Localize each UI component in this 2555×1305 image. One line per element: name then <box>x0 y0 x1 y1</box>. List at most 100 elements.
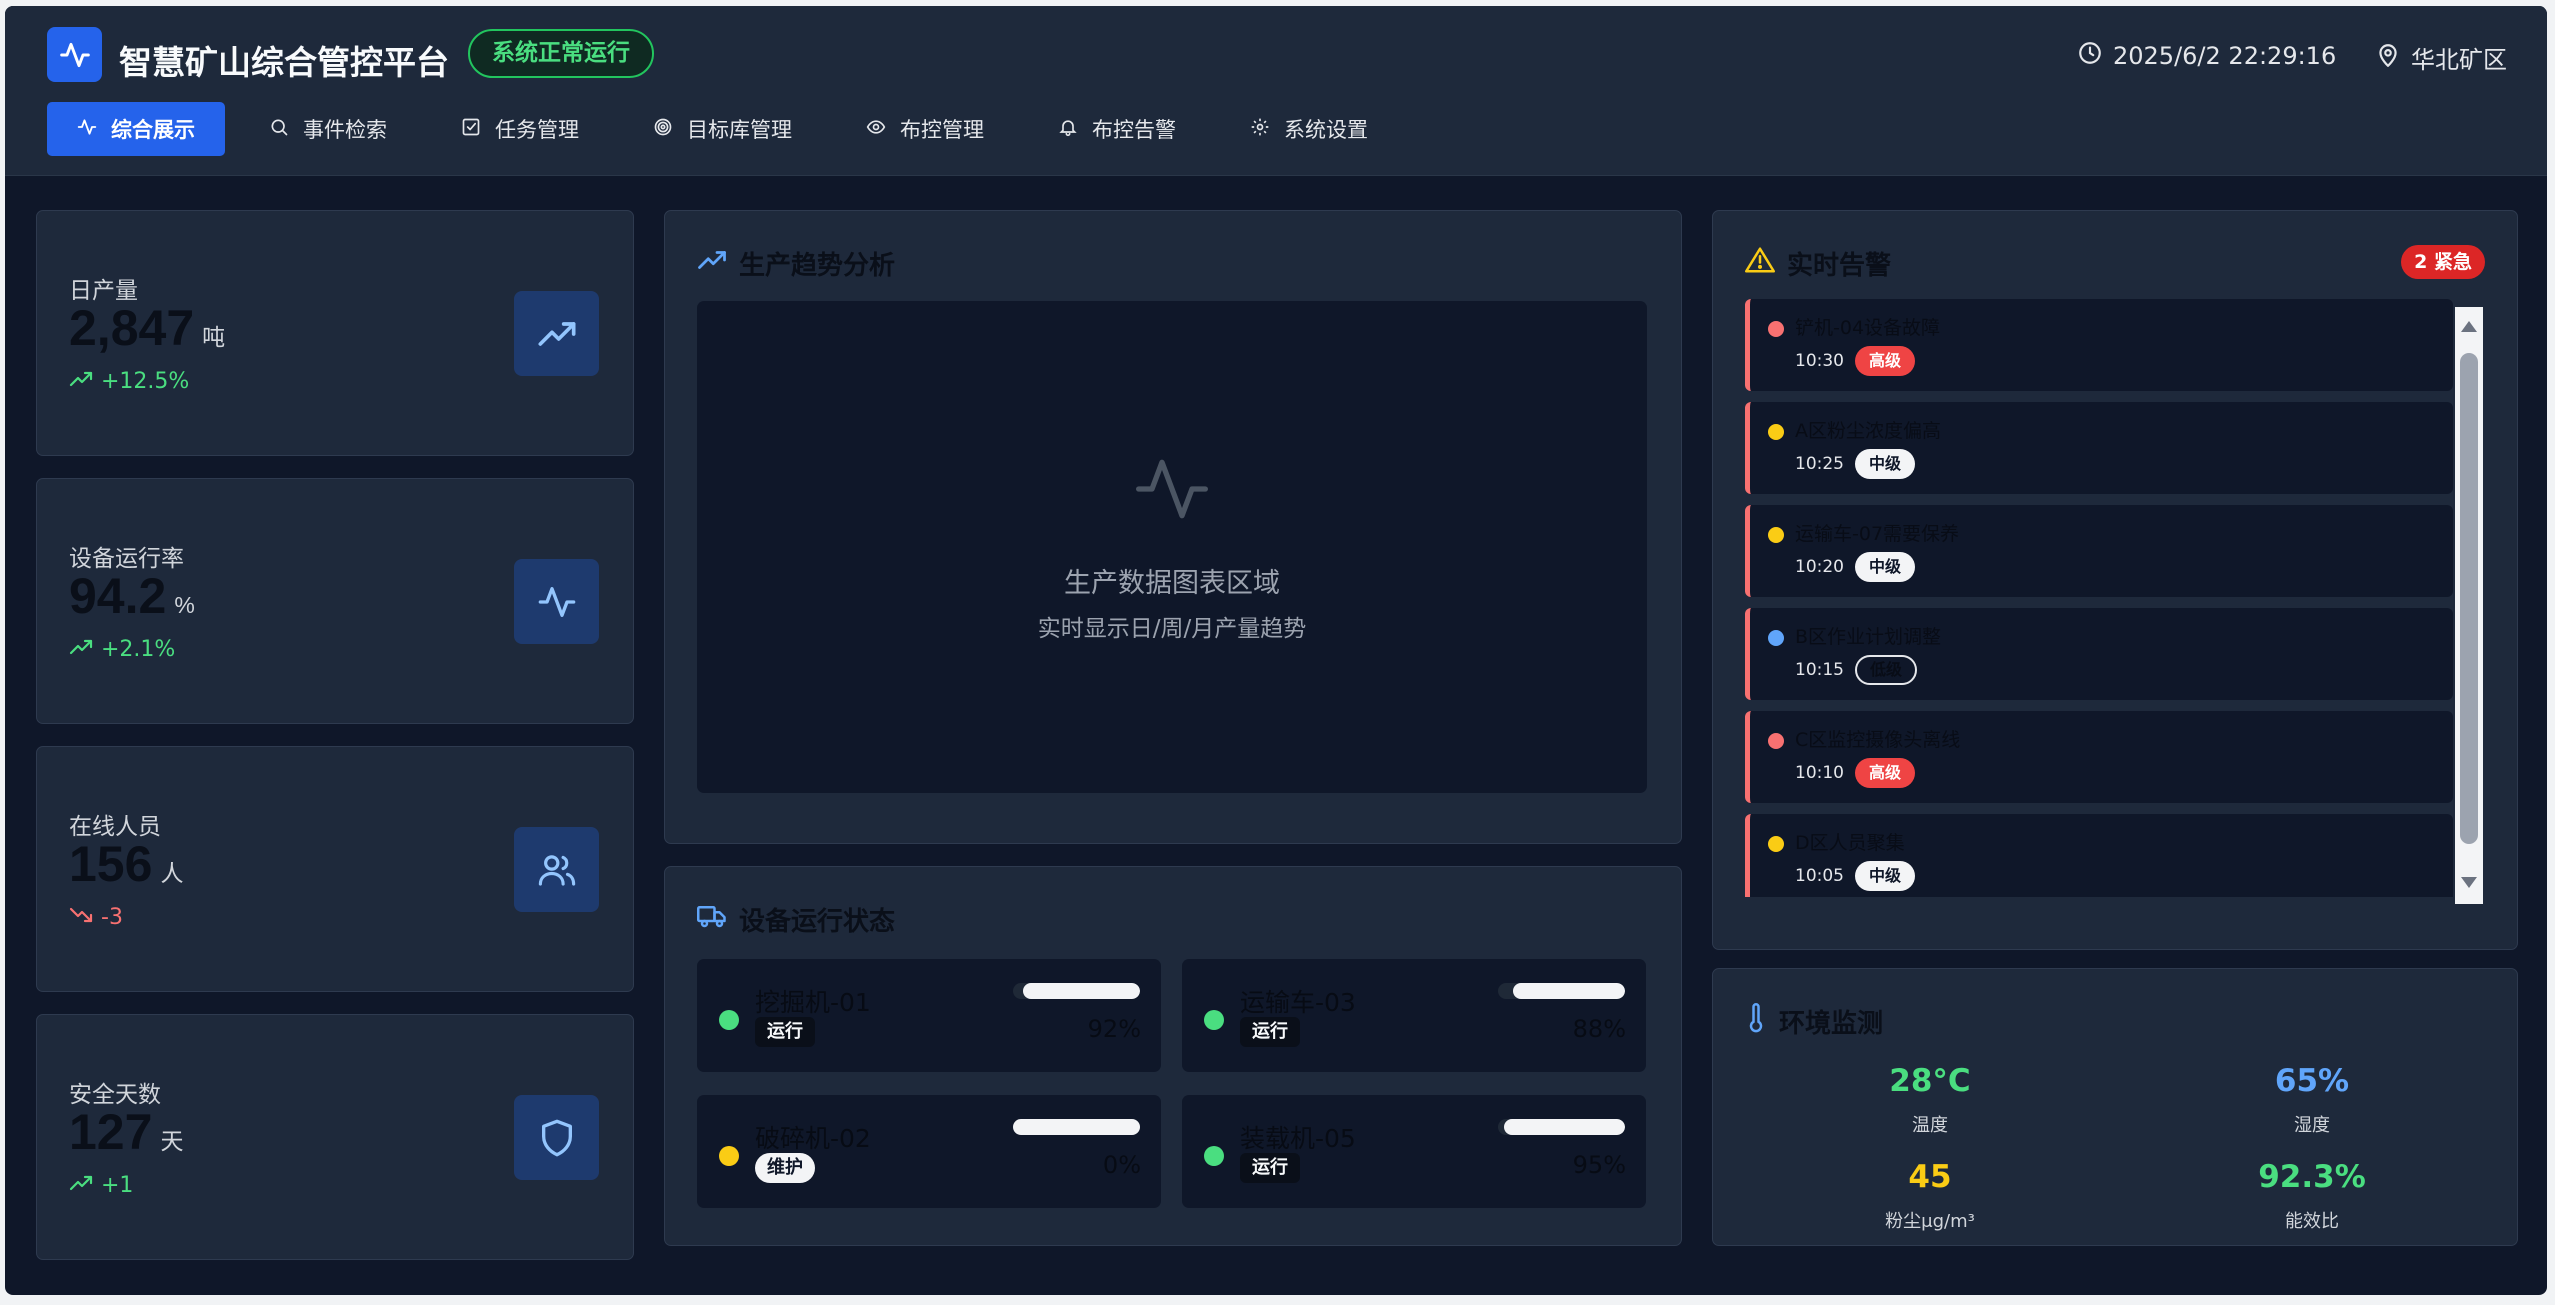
trending-up-icon <box>697 248 727 279</box>
equipment-name: 破碎机-02 <box>755 1124 871 1153</box>
alert-level-badge: 中级 <box>1855 552 1916 582</box>
nav-item-task-management[interactable]: 任务管理 <box>431 102 609 156</box>
environment-monitor-panel: 环境监测 28°C 温度 65% 湿度 45 粉尘μg/m³ 92.3% 能效比 <box>1712 968 2518 1246</box>
nav-item-system-settings[interactable]: 系统设置 <box>1220 102 1398 156</box>
trending-up-icon <box>69 369 93 394</box>
progress-bar <box>1498 1119 1625 1135</box>
chart-placeholder: 生产数据图表区域 实时显示日/周/月产量趋势 <box>697 301 1647 793</box>
alert-title: 铲机-04设备故障 <box>1795 317 1941 339</box>
alert-item[interactable]: 运输车-07需要保养 10:20 中级 <box>1745 505 2453 597</box>
scroll-up-arrow-icon[interactable] <box>2461 321 2477 332</box>
equipment-card[interactable]: 装载机-05 运行 95% <box>1182 1095 1646 1208</box>
thermometer-icon <box>1745 1003 1767 1040</box>
nav-item-label: 综合展示 <box>111 118 195 142</box>
status-dot <box>1204 1146 1224 1166</box>
alert-list[interactable]: 铲机-04设备故障 10:30 高级 A区粉尘浓度偏高 10:25 中级 运输车… <box>1745 299 2485 897</box>
location-display[interactable]: 华北矿区 <box>2375 40 2507 75</box>
alert-level-badge: 低级 <box>1855 655 1917 685</box>
eye-icon <box>866 117 886 142</box>
search-icon <box>269 117 289 142</box>
checkbox-icon <box>461 117 481 142</box>
chart-placeholder-subtitle: 实时显示日/周/月产量趋势 <box>1037 616 1307 642</box>
status-dot <box>719 1010 739 1030</box>
bell-icon <box>1058 117 1078 142</box>
stat-trend: +12.5% <box>69 369 189 394</box>
progress-percent: 0% <box>1102 1151 1141 1179</box>
alert-item[interactable]: A区粉尘浓度偏高 10:25 中级 <box>1745 402 2453 494</box>
scroll-thumb[interactable] <box>2460 353 2478 844</box>
severity-dot <box>1768 321 1784 337</box>
severity-dot <box>1768 836 1784 852</box>
stat-card-equipment-rate: 设备运行率 94.2% +2.1% <box>36 478 634 724</box>
nav-item-label: 布控管理 <box>900 118 984 142</box>
equipment-name: 挖掘机-01 <box>755 988 871 1017</box>
alert-time: 10:30 <box>1795 351 1844 371</box>
alert-time: 10:05 <box>1795 866 1844 886</box>
alert-item[interactable]: 铲机-04设备故障 10:30 高级 <box>1745 299 2453 391</box>
dust-value: 45 <box>1908 1159 1952 1195</box>
alert-level-badge: 中级 <box>1855 861 1916 891</box>
alert-item[interactable]: B区作业计划调整 10:15 低级 <box>1745 608 2453 700</box>
nav-item-overview[interactable]: 综合展示 <box>47 102 225 156</box>
app-title: 智慧矿山综合管控平台 <box>119 43 449 82</box>
equipment-card[interactable]: 运输车-03 运行 88% <box>1182 959 1646 1072</box>
stat-value: 94.2% <box>69 568 195 624</box>
clock-icon <box>2077 40 2103 72</box>
alert-title: D区人员聚集 <box>1795 832 1905 854</box>
humidity-value: 65% <box>2274 1063 2350 1099</box>
nav-item-deploy-management[interactable]: 布控管理 <box>836 102 1014 156</box>
activity-icon <box>1132 449 1212 533</box>
status-badge: 运行 <box>1240 1153 1300 1183</box>
energy-ratio-value: 92.3% <box>2258 1159 2366 1195</box>
system-status-badge: 系统正常运行 <box>468 29 654 78</box>
scroll-down-arrow-icon[interactable] <box>2461 877 2477 888</box>
panel-title: 环境监测 <box>1745 1003 1883 1040</box>
stat-trend: +2.1% <box>69 637 175 662</box>
chart-placeholder-title: 生产数据图表区域 <box>1064 568 1280 599</box>
alert-time: 10:15 <box>1795 660 1844 680</box>
status-badge: 运行 <box>755 1017 815 1047</box>
app-window: 智慧矿山综合管控平台 系统正常运行 2025/6/2 22:29:16 华北矿区… <box>5 6 2547 1295</box>
main-nav: 综合展示 事件检索 任务管理 目标库管理 布控管理 布控告警 系统设置 <box>47 102 1398 156</box>
alert-level-badge: 高级 <box>1855 346 1916 376</box>
severity-dot <box>1768 527 1784 543</box>
equipment-card[interactable]: 破碎机-02 维护 0% <box>697 1095 1161 1208</box>
progress-bar <box>1498 983 1625 999</box>
stat-trend: -3 <box>69 905 123 930</box>
nav-item-deploy-alarm[interactable]: 布控告警 <box>1028 102 1206 156</box>
nav-item-label: 布控告警 <box>1092 118 1176 142</box>
datetime-text: 2025/6/2 22:29:16 <box>2113 42 2337 70</box>
location-text: 华北矿区 <box>2411 46 2507 74</box>
activity-icon <box>77 117 97 142</box>
stat-value: 2,847 吨 <box>69 300 226 356</box>
activity-icon <box>514 559 599 644</box>
stat-card-safety-days: 安全天数 127 天 +1 <box>36 1014 634 1260</box>
alert-item[interactable]: D区人员聚集 10:05 中级 <box>1745 814 2453 897</box>
stat-value: 127 天 <box>69 1104 184 1160</box>
equipment-name: 装载机-05 <box>1240 1124 1356 1153</box>
progress-percent: 88% <box>1572 1015 1626 1043</box>
status-badge: 维护 <box>755 1153 815 1183</box>
alert-list-scrollbar[interactable] <box>2455 307 2483 904</box>
trending-down-icon <box>69 905 93 930</box>
nav-item-event-search[interactable]: 事件检索 <box>239 102 417 156</box>
trending-up-icon <box>514 291 599 376</box>
nav-item-label: 事件检索 <box>303 118 387 142</box>
panel-title: 生产趋势分析 <box>697 245 895 282</box>
trending-up-icon <box>69 637 93 662</box>
users-icon <box>514 827 599 912</box>
alert-time: 10:25 <box>1795 454 1844 474</box>
nav-item-target-library[interactable]: 目标库管理 <box>623 102 822 156</box>
progress-percent: 95% <box>1572 1151 1626 1179</box>
progress-percent: 92% <box>1087 1015 1141 1043</box>
energy-ratio-label: 能效比 <box>2285 1211 2339 1232</box>
nav-item-label: 系统设置 <box>1284 118 1368 142</box>
alert-level-badge: 高级 <box>1855 758 1916 788</box>
realtime-alerts-panel: 实时告警 2 紧急 铲机-04设备故障 10:30 高级 A区粉尘浓度偏高 10… <box>1712 210 2518 950</box>
panel-title: 设备运行状态 <box>697 901 895 938</box>
severity-dot <box>1768 733 1784 749</box>
equipment-card[interactable]: 挖掘机-01 运行 92% <box>697 959 1161 1072</box>
humidity-label: 湿度 <box>2294 1115 2330 1136</box>
alert-item[interactable]: C区监控摄像头离线 10:10 高级 <box>1745 711 2453 803</box>
gear-icon <box>1250 117 1270 142</box>
